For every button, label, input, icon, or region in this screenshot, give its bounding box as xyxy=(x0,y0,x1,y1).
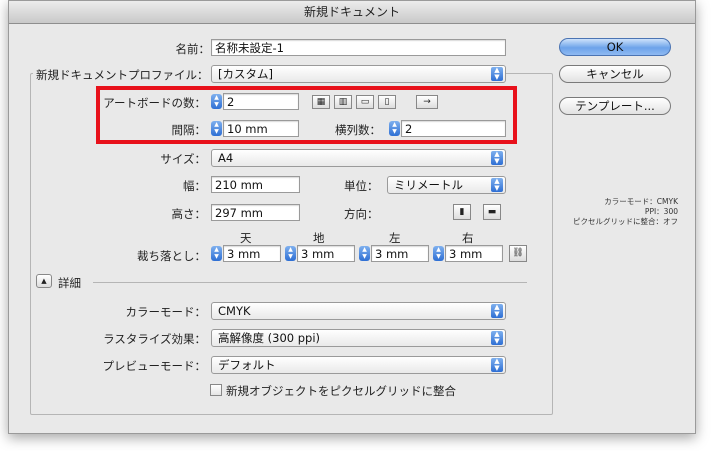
units-value: ミリメートル xyxy=(394,178,463,192)
size-dropdown[interactable]: A4 ▲ ▼ xyxy=(211,149,506,167)
size-label: サイズ： xyxy=(160,152,206,166)
preview-mode-value: デフォルト xyxy=(218,358,276,372)
size-value: A4 xyxy=(218,151,234,165)
bleed-bottom-stepper[interactable]: ▲ ▼ xyxy=(285,246,296,261)
color-mode-value: CMYK xyxy=(218,304,251,318)
templates-button[interactable]: テンプレート... xyxy=(559,97,671,115)
preview-mode-label: プレビューモード： xyxy=(102,359,207,373)
cancel-button[interactable]: キャンセル xyxy=(559,65,671,83)
profile-value: [カスタム] xyxy=(218,67,273,81)
color-mode-dropdown[interactable]: CMYK ▲ ▼ xyxy=(211,302,506,320)
name-label: 名前： xyxy=(175,42,211,56)
bleed-top-label: 天 xyxy=(240,231,252,245)
bleed-bottom-field[interactable]: 3 mm xyxy=(297,245,355,262)
chevron-updown-icon: ▲ ▼ xyxy=(491,331,503,345)
bleed-left-field[interactable]: 3 mm xyxy=(371,245,429,262)
profile-dropdown[interactable]: [カスタム] ▲ ▼ xyxy=(211,65,506,83)
orientation-label: 方向： xyxy=(344,207,379,221)
portrait-icon[interactable]: ▮ xyxy=(453,204,471,220)
info-color-mode: カラーモード：CMYK xyxy=(604,197,678,206)
disclosure-triangle-icon[interactable]: ▲ xyxy=(36,274,52,288)
advanced-divider xyxy=(93,282,527,283)
raster-effects-value: 高解像度 (300 ppi) xyxy=(218,331,321,345)
align-pixel-grid-checkbox[interactable] xyxy=(210,384,222,396)
landscape-icon[interactable]: ▬ xyxy=(483,204,501,220)
bleed-top-stepper[interactable]: ▲ ▼ xyxy=(211,246,222,261)
chevron-updown-icon: ▲ ▼ xyxy=(491,304,503,318)
bleed-right-label: 右 xyxy=(462,231,474,245)
units-dropdown[interactable]: ミリメートル ▲ ▼ xyxy=(387,176,506,194)
info-ppi: PPI：300 xyxy=(644,207,678,216)
width-field[interactable]: 210 mm xyxy=(211,176,300,193)
chevron-updown-icon: ▲ ▼ xyxy=(491,151,503,165)
advanced-label: 詳細 xyxy=(58,276,81,290)
bleed-right-stepper[interactable]: ▲ ▼ xyxy=(433,246,444,261)
chevron-updown-icon: ▲ ▼ xyxy=(491,358,503,372)
height-label: 高さ： xyxy=(171,207,207,221)
name-field[interactable]: 名称未設定-1 xyxy=(211,39,506,56)
raster-effects-label: ラスタライズ効果： xyxy=(103,332,206,346)
ok-button[interactable]: OK xyxy=(559,38,671,56)
bleed-left-stepper[interactable]: ▲ ▼ xyxy=(359,246,370,261)
highlight-box xyxy=(96,86,517,144)
units-label: 単位： xyxy=(344,179,379,193)
color-mode-label: カラーモード： xyxy=(125,305,207,319)
bleed-left-label: 左 xyxy=(389,231,401,245)
height-field[interactable]: 297 mm xyxy=(211,204,300,221)
info-align-pixel-grid: ピクセルグリッドに整合：オフ xyxy=(573,217,678,226)
align-pixel-grid-label: 新規オブジェクトをピクセルグリッドに整合 xyxy=(226,384,456,398)
bleed-top-field[interactable]: 3 mm xyxy=(223,245,281,262)
window-title: 新規ドキュメント xyxy=(9,1,695,24)
bleed-label: 裁ち落とし： xyxy=(137,249,206,263)
width-label: 幅： xyxy=(183,179,206,193)
raster-effects-dropdown[interactable]: 高解像度 (300 ppi) ▲ ▼ xyxy=(211,329,506,347)
bleed-bottom-label: 地 xyxy=(313,231,325,245)
profile-label: 新規ドキュメントプロファイル： xyxy=(33,67,212,83)
chevron-updown-icon: ▲ ▼ xyxy=(491,67,503,81)
preview-mode-dropdown[interactable]: デフォルト ▲ ▼ xyxy=(211,356,506,374)
bleed-right-field[interactable]: 3 mm xyxy=(445,245,503,262)
link-icon[interactable]: ⛓ xyxy=(509,245,527,262)
new-document-dialog: 新規ドキュメント 名前： 名称未設定-1 新規ドキュメントプロファイル： [カス… xyxy=(8,0,696,434)
chevron-updown-icon: ▲ ▼ xyxy=(491,178,503,192)
